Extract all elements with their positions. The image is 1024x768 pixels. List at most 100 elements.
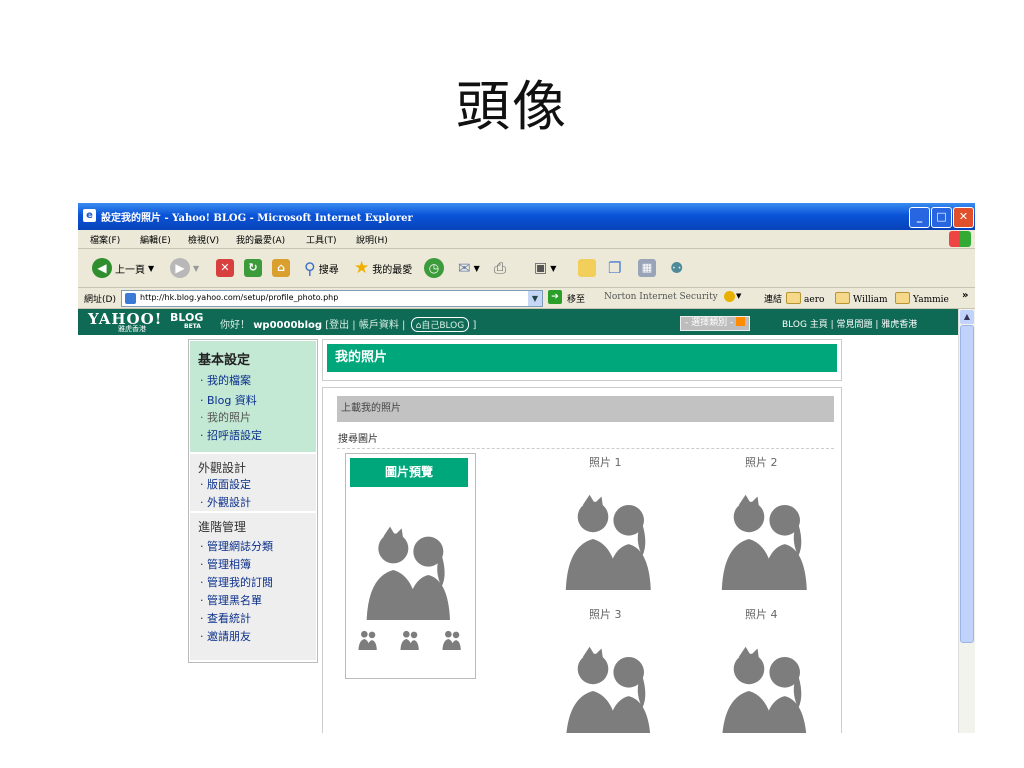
link-yammie[interactable]: Yammie (895, 292, 949, 305)
menu-view[interactable]: 檢視(V) (188, 233, 219, 246)
messenger-icon: ⚉ (670, 259, 684, 277)
link-aero[interactable]: aero (786, 292, 824, 305)
media-button[interactable]: ▦ (638, 257, 656, 279)
yahoo-header: YAHOO! 雅虎香港 BLOG BETA 你好！ wp0000blog [登出… (78, 309, 958, 335)
forward-button[interactable]: ▶ ▼ (170, 257, 199, 279)
sidebar-item-label: 管理相簿 (207, 558, 251, 571)
edit-dropdown-icon[interactable]: ▼ (550, 264, 556, 273)
link-william-label: William (853, 295, 888, 305)
norton-icon[interactable] (724, 291, 735, 302)
sidebar-item-design[interactable]: · 外觀設計 (200, 494, 251, 510)
favorites-button[interactable]: ★ 我的最愛 (354, 257, 412, 279)
messenger-button[interactable]: ⚉ (670, 257, 683, 279)
refresh-button[interactable]: ↻ (244, 257, 262, 279)
avatar-thumb-1[interactable] (354, 628, 382, 650)
favorites-star-icon: ★ (354, 258, 370, 278)
search-label: 搜尋 (318, 264, 339, 276)
print-button[interactable]: ⎙ (494, 257, 506, 279)
links-label: 連結 (764, 295, 783, 305)
stop-icon: ✕ (216, 259, 234, 277)
preview-panel: 圖片預覽 (345, 453, 476, 679)
search-button[interactable]: ⚲ 搜尋 (304, 257, 339, 279)
menu-favorites[interactable]: 我的最愛(A) (236, 233, 285, 246)
folder-icon (895, 292, 910, 304)
back-button[interactable]: ◀ 上一頁 ▼ (92, 257, 154, 279)
user-bar: 你好！ wp0000blog [登出 | 帳戶資料 | ⌂自己BLOG ] (220, 316, 476, 332)
avatar-thumb-2[interactable] (396, 628, 424, 650)
norton-label[interactable]: Norton Internet Security (604, 292, 718, 302)
scroll-up-icon[interactable]: ▲ (960, 310, 974, 324)
sidebar-item-blog-info[interactable]: · Blog 資料 (200, 392, 257, 408)
menu-tools[interactable]: 工具(T) (306, 233, 337, 246)
menu-file[interactable]: 檔案(F) (90, 233, 120, 246)
close-button[interactable]: ✕ (953, 207, 974, 228)
home-button[interactable]: ⌂ (272, 257, 290, 279)
stop-button[interactable]: ✕ (216, 257, 234, 279)
sidebar-item-label: 管理我的訂閱 (207, 576, 273, 589)
back-label: 上一頁 (115, 264, 145, 276)
link-william[interactable]: William (835, 292, 888, 305)
forward-arrow-icon: ▶ (170, 258, 190, 278)
sidebar-item-albums[interactable]: · 管理相簿 (200, 556, 251, 572)
category-select[interactable]: - 選擇類別 - (680, 316, 751, 331)
edit-button[interactable]: ▣ ▼ (534, 257, 556, 279)
sidebar-item-invite[interactable]: · 邀請朋友 (200, 628, 251, 644)
go-arrow-icon[interactable]: ➔ (548, 290, 562, 304)
refresh-icon: ↻ (244, 259, 262, 277)
sidebar-item-label: 管理網誌分類 (207, 540, 273, 553)
maximize-button[interactable]: □ (931, 207, 952, 228)
upload-photo-bar[interactable]: 上載我的照片 (337, 396, 834, 422)
divider (337, 448, 834, 449)
search-icon: ⚲ (304, 258, 316, 278)
forward-dropdown-icon[interactable]: ▼ (193, 264, 199, 273)
sidebar-heading: 基本設定 (198, 353, 251, 368)
address-dropdown-icon[interactable]: ▼ (528, 291, 542, 306)
window-titlebar[interactable]: e 設定我的照片 - Yahoo! BLOG - Microsoft Inter… (78, 203, 975, 230)
header-right-links[interactable]: BLOG 主頁 | 常見問題 | 雅虎香港 (782, 317, 917, 330)
link-yammie-label: Yammie (913, 295, 949, 305)
my-blog-button[interactable]: ⌂自己BLOG (410, 317, 470, 332)
search-images-link[interactable]: 搜尋圖片 (338, 430, 378, 445)
avatar-option-4[interactable] (715, 640, 817, 733)
mail-button[interactable]: ✉ ▼ (458, 257, 480, 279)
go-button[interactable]: 移至 (567, 292, 585, 305)
research-button[interactable]: ❐ (608, 257, 621, 279)
folder-icon (786, 292, 801, 304)
sidebar-item-profile[interactable]: · 我的檔案 (200, 372, 251, 388)
address-bar: 網址(D) http://hk.blog.yahoo.com/setup/pro… (78, 288, 975, 309)
sidebar-item-categories[interactable]: · 管理網誌分類 (200, 538, 273, 554)
vertical-scrollbar[interactable]: ▲ (958, 309, 975, 733)
username: wp0000blog (253, 320, 323, 331)
norton-dropdown-icon[interactable]: ▼ (736, 292, 741, 300)
menu-help[interactable]: 說明(H) (356, 233, 388, 246)
more-links-chevron-icon[interactable]: » (962, 290, 968, 301)
back-dropdown-icon[interactable]: ▼ (148, 264, 154, 273)
sidebar-item-subscriptions[interactable]: · 管理我的訂閱 (200, 574, 273, 590)
avatar-thumb-3[interactable] (438, 628, 466, 650)
back-arrow-icon: ◀ (92, 258, 112, 278)
minimize-button[interactable]: _ (909, 207, 930, 228)
avatar-option-3[interactable] (559, 640, 661, 733)
sidebar-item-greeting[interactable]: · 招呼語設定 (200, 427, 262, 443)
account-links[interactable]: [登出 | 帳戶資料 | (325, 320, 405, 331)
history-button[interactable]: ◷ (424, 257, 444, 279)
sidebar-item-label: 我的檔案 (207, 374, 251, 387)
sidebar-item-layout[interactable]: · 版面設定 (200, 476, 251, 492)
scrollbar-thumb[interactable] (960, 325, 974, 643)
sidebar-item-statistics[interactable]: · 查看統計 (200, 610, 251, 626)
sidebar-item-my-photo[interactable]: · 我的照片 (200, 409, 251, 425)
mail-dropdown-icon[interactable]: ▼ (474, 264, 480, 273)
menu-edit[interactable]: 編輯(E) (140, 233, 171, 246)
sidebar-item-label: 我的照片 (207, 411, 251, 424)
photo-label-4: 照片 4 (745, 608, 778, 621)
address-input[interactable]: http://hk.blog.yahoo.com/setup/profile_p… (121, 290, 543, 307)
window-title: 設定我的照片 - Yahoo! BLOG - Microsoft Interne… (101, 213, 413, 224)
page-title-card: 我的照片 (322, 339, 842, 381)
avatar-option-1[interactable] (559, 488, 661, 590)
sidebar-heading: 外觀設計 (198, 461, 247, 475)
preview-button[interactable]: 圖片預覽 (350, 458, 468, 487)
sidebar-item-blacklist[interactable]: · 管理黑名單 (200, 592, 262, 608)
discuss-button[interactable] (578, 257, 596, 279)
windows-logo-icon (949, 231, 971, 247)
avatar-option-2[interactable] (715, 488, 817, 590)
